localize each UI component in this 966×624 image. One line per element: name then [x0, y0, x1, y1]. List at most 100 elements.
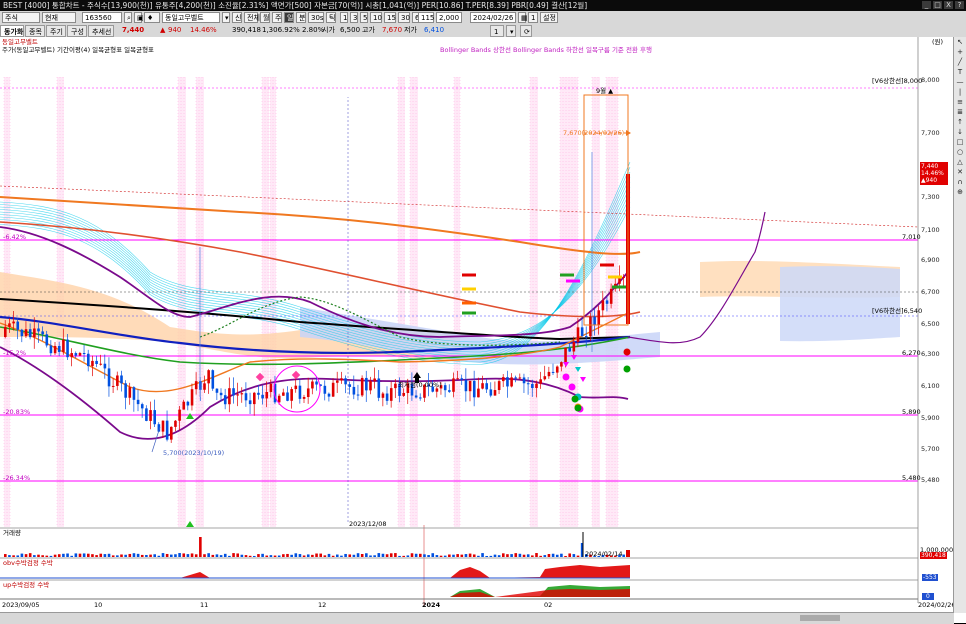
candle-body — [460, 378, 464, 380]
volume-bar — [452, 554, 455, 557]
chevron-down-icon[interactable]: ▾ — [506, 25, 516, 37]
candle-body — [186, 401, 190, 406]
candle-body — [199, 381, 202, 390]
volume-bar — [551, 553, 555, 557]
lock-icon[interactable]: ▣ — [134, 12, 144, 23]
candle-body — [576, 327, 580, 342]
period-5[interactable]: 5 — [360, 12, 368, 23]
candle-body — [331, 382, 335, 397]
refresh-icon[interactable]: ⟳ — [520, 25, 532, 37]
tab-tick[interactable]: 틱 — [326, 12, 336, 23]
tab-day[interactable]: 일 — [284, 12, 294, 23]
vertical-line-icon[interactable]: | — [954, 87, 966, 97]
volume-bar — [103, 554, 107, 557]
circle-icon[interactable]: ○ — [954, 147, 966, 157]
price-axis-tick: 5,480 — [921, 476, 940, 484]
volume-bar — [286, 553, 289, 557]
candle-body — [165, 420, 169, 440]
scroll-thumb[interactable] — [800, 615, 840, 621]
text-icon[interactable]: T — [954, 67, 966, 77]
volume-bar — [348, 554, 352, 557]
zoom-icon[interactable]: ⊕ — [954, 187, 966, 197]
crosshair-icon[interactable]: + — [954, 47, 966, 57]
tab-minute[interactable]: 분 — [296, 12, 306, 23]
price-type-select[interactable]: 현재 — [42, 12, 76, 23]
period-15[interactable]: 15 — [384, 12, 396, 23]
candle-body — [601, 300, 605, 311]
maximize-button[interactable]: □ — [933, 1, 942, 9]
period-30[interactable]: 30 — [398, 12, 410, 23]
candle-body — [344, 378, 347, 385]
count-input[interactable]: 115 — [418, 12, 434, 23]
volume-bar — [622, 554, 625, 557]
current-box-change: ▲940 — [921, 177, 938, 184]
arrow-up-icon[interactable]: ↑ — [954, 117, 966, 127]
triangle-icon[interactable]: △ — [954, 157, 966, 167]
minimize-button[interactable]: _ — [922, 1, 931, 9]
tab-compose[interactable]: 구성 — [67, 25, 87, 37]
pct-label-mid: -15.2% — [3, 349, 26, 357]
news-button[interactable]: ♦ — [144, 12, 160, 23]
tab-new[interactable]: 신 — [232, 12, 242, 23]
fibonacci-icon[interactable]: ≣ — [954, 107, 966, 117]
search-icon[interactable]: ⌕ — [124, 12, 132, 23]
unit-select[interactable]: 1 — [528, 12, 538, 23]
date-input[interactable]: 2024/02/26 — [470, 12, 516, 23]
price-axis-tick: 6,500 — [921, 320, 940, 328]
tab-month[interactable]: 월 — [260, 12, 270, 23]
volume-bar — [207, 553, 210, 557]
line-icon[interactable]: ╱ — [954, 57, 966, 67]
asset-type-select[interactable]: 주식 — [2, 12, 40, 23]
stock-code-input[interactable]: 163560 — [82, 12, 122, 23]
volume-bar — [435, 555, 439, 557]
price-axis-tick: 5,700 — [921, 445, 940, 453]
rectangle-icon[interactable]: □ — [954, 137, 966, 147]
period-3[interactable]: 3 — [350, 12, 358, 23]
candle-body — [232, 388, 235, 396]
stock-name-field[interactable]: 동일고무벨트 — [162, 12, 220, 23]
close-button[interactable]: X — [944, 1, 953, 9]
channel-icon[interactable]: ≡ — [954, 97, 966, 107]
candle-body — [257, 392, 260, 395]
period-10[interactable]: 10 — [370, 12, 382, 23]
price-chart[interactable] — [0, 37, 954, 623]
candle-body — [414, 395, 418, 398]
chevron-down-icon[interactable]: ▾ — [222, 12, 230, 23]
volume-bar — [502, 553, 505, 557]
volume-bar — [489, 555, 493, 557]
help-button[interactable]: ? — [955, 1, 964, 9]
window-titlebar: BEST [4000] 통합차트 - 주식수[13,900(천)] 유통주[4,… — [0, 0, 966, 11]
x-axis-2024: 2024 — [422, 601, 441, 609]
tab-trendline[interactable]: 추세선 — [88, 25, 114, 37]
settings-button[interactable]: 설정 — [540, 12, 558, 23]
viewcount-input[interactable]: 2,000 — [436, 12, 462, 23]
volume-bar — [298, 554, 302, 557]
calendar-icon[interactable]: ▦ — [518, 12, 528, 23]
period-1[interactable]: 1 — [340, 12, 348, 23]
obv-label: obv수박검정 수박 — [3, 559, 53, 567]
volume-bar — [410, 553, 414, 557]
volume-bar — [261, 553, 264, 557]
volume-bar — [136, 553, 140, 557]
horizontal-line-icon[interactable]: — — [954, 77, 966, 87]
arrow-down-icon[interactable]: ↓ — [954, 127, 966, 137]
volume-bar — [140, 554, 144, 557]
cursor-icon[interactable]: ↖ — [954, 37, 966, 47]
candle-body — [265, 391, 269, 399]
tab-week[interactable]: 주 — [272, 12, 282, 23]
volume-bar — [37, 554, 40, 557]
magnet-icon[interactable]: ∩ — [954, 177, 966, 187]
volume-bar — [277, 555, 281, 557]
candle-body — [253, 392, 256, 405]
eraser-icon[interactable]: ✕ — [954, 167, 966, 177]
tab-30s[interactable]: 30s — [308, 12, 324, 23]
volume-bar — [257, 554, 260, 557]
tab-all[interactable]: 전체 — [244, 12, 260, 23]
scrollbar[interactable] — [0, 612, 954, 624]
tab-chart[interactable]: 동가화 — [0, 25, 24, 37]
tab-period[interactable]: 주기 — [46, 25, 66, 37]
tab-stock[interactable]: 종목 — [25, 25, 45, 37]
chart-area[interactable]: 동일고무벨트 주가(동일고무벨트) 기간이평(4) 일목균형표 일목균형표 Bo… — [0, 37, 966, 624]
high-price: 7,670 — [382, 26, 403, 34]
option-select[interactable]: 1 — [490, 25, 504, 37]
